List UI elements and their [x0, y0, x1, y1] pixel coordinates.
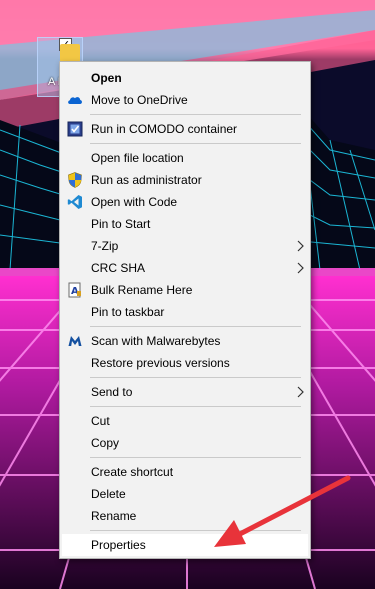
vscode-icon	[67, 195, 82, 209]
menu-item-label: Open	[91, 71, 122, 85]
menu-item-rename[interactable]: Rename	[62, 505, 308, 527]
comodo-container-icon	[67, 121, 83, 137]
menu-item-label: Pin to Start	[91, 217, 151, 231]
menu-item-label: Open file location	[91, 151, 184, 165]
menu-separator	[90, 114, 301, 115]
uac-shield-icon	[68, 172, 82, 188]
menu-separator	[90, 530, 301, 531]
menu-item-pin-to-taskbar[interactable]: Pin to taskbar	[62, 301, 308, 323]
menu-item-label: Move to OneDrive	[91, 93, 188, 107]
menu-item-pin-to-start[interactable]: Pin to Start	[62, 213, 308, 235]
menu-item-bulk-rename-here[interactable]: A Bulk Rename Here	[62, 279, 308, 301]
menu-item-label: Bulk Rename Here	[91, 283, 193, 297]
menu-item-run-as-administrator[interactable]: Run as administrator	[62, 169, 308, 191]
menu-item-label: 7-Zip	[91, 239, 119, 253]
menu-separator	[90, 377, 301, 378]
menu-item-label: Send to	[91, 385, 133, 399]
menu-item-restore-previous-versions[interactable]: Restore previous versions	[62, 352, 308, 374]
menu-item-label: Pin to taskbar	[91, 305, 165, 319]
menu-item-open[interactable]: Open	[62, 67, 308, 89]
menu-item-open-with-code[interactable]: Open with Code	[62, 191, 308, 213]
menu-item-label: Restore previous versions	[91, 356, 230, 370]
menu-item-7zip[interactable]: 7-Zip	[62, 235, 308, 257]
menu-item-label: Rename	[91, 509, 137, 523]
menu-item-label: Scan with Malwarebytes	[91, 334, 221, 348]
menu-separator	[90, 326, 301, 327]
menu-item-crc-sha[interactable]: CRC SHA	[62, 257, 308, 279]
menu-item-create-shortcut[interactable]: Create shortcut	[62, 461, 308, 483]
chevron-right-icon	[297, 240, 304, 252]
desktop: ✓ A N Open Move to OneDrive Run in COMOD…	[0, 0, 375, 589]
menu-item-run-in-comodo-container[interactable]: Run in COMODO container	[62, 118, 308, 140]
malwarebytes-icon	[68, 336, 82, 346]
menu-item-label: Create shortcut	[91, 465, 174, 479]
menu-item-delete[interactable]: Delete	[62, 483, 308, 505]
menu-item-label: Run in COMODO container	[91, 122, 238, 136]
menu-item-cut[interactable]: Cut	[62, 410, 308, 432]
bulk-rename-icon: A	[68, 282, 81, 298]
menu-item-move-to-onedrive[interactable]: Move to OneDrive	[62, 89, 308, 111]
app-icon	[60, 44, 80, 62]
menu-item-send-to[interactable]: Send to	[62, 381, 308, 403]
menu-item-label: Delete	[91, 487, 126, 501]
menu-item-label: CRC SHA	[91, 261, 146, 275]
chevron-right-icon	[297, 386, 304, 398]
menu-separator	[90, 457, 301, 458]
menu-item-label: Open with Code	[91, 195, 178, 209]
menu-item-properties[interactable]: Properties	[62, 534, 308, 556]
menu-separator	[90, 143, 301, 144]
chevron-right-icon	[297, 262, 304, 274]
menu-item-label: Run as administrator	[91, 173, 202, 187]
menu-item-label: Copy	[91, 436, 120, 450]
cloud-icon	[68, 97, 82, 104]
menu-item-open-file-location[interactable]: Open file location	[62, 147, 308, 169]
menu-item-label: Cut	[91, 414, 110, 428]
context-menu: Open Move to OneDrive Run in COMODO cont…	[59, 61, 311, 559]
menu-item-copy[interactable]: Copy	[62, 432, 308, 454]
menu-separator	[90, 406, 301, 407]
menu-item-label: Properties	[91, 538, 146, 552]
menu-item-scan-with-malwarebytes[interactable]: Scan with Malwarebytes	[62, 330, 308, 352]
